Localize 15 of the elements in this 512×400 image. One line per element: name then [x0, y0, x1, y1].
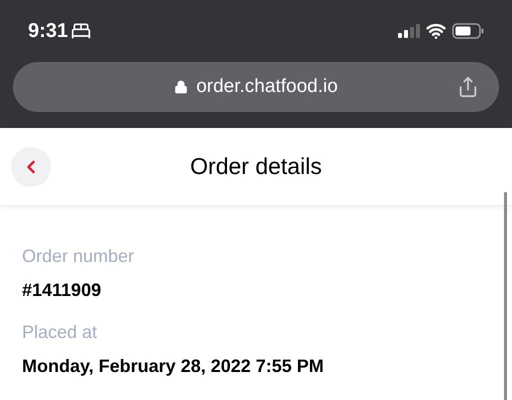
lock-icon	[174, 80, 188, 94]
field-label: Placed at	[22, 321, 98, 344]
field-value: Monday, February 28, 2022 7:55 PM	[22, 355, 325, 378]
share-icon[interactable]	[457, 76, 479, 98]
bed-icon	[71, 21, 92, 41]
wifi-icon	[426, 21, 446, 41]
signal-icon	[398, 24, 420, 38]
clock-time: 9:31	[28, 19, 68, 44]
field-value: #1411909	[22, 279, 102, 302]
field-label: Order number	[22, 245, 136, 268]
back-button[interactable]	[11, 146, 51, 186]
address-bar[interactable]: order.chatfood.io	[13, 62, 499, 112]
url-text: order.chatfood.io	[196, 74, 338, 99]
battery-icon	[452, 23, 484, 39]
page-title: Order details	[189, 152, 323, 182]
